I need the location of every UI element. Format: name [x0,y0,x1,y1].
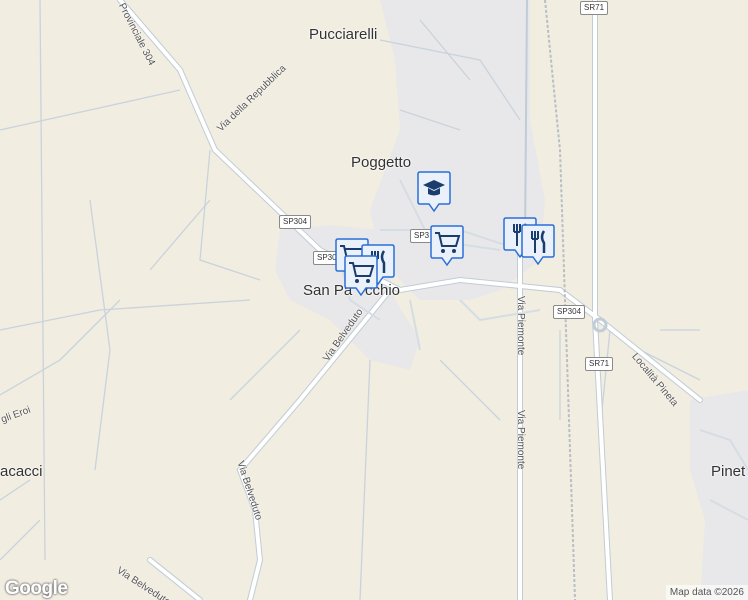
map-canvas[interactable]: Pucciarelli Poggetto San Pa cchio Pinet … [0,0,748,600]
map-base-layer [0,0,748,600]
graduation-cap-icon[interactable] [417,170,451,214]
map-attribution[interactable]: Map data ©2026 [665,585,748,600]
route-shield: SP304 [279,215,312,229]
town-label: Pucciarelli [309,26,378,43]
route-shield: SR71 [585,357,614,371]
town-label: Pinet [711,463,746,480]
town-label: acacci [0,463,43,480]
google-logo[interactable]: Google [5,578,68,600]
road-label: Via Piemonte [515,410,526,470]
route-shield: SR71 [580,1,609,15]
route-shield: SP304 [553,305,586,319]
road-label: Via Piemonte [515,296,526,356]
shopping-cart-icon[interactable] [430,224,464,268]
fork-knife-icon[interactable] [521,223,555,267]
shopping-cart-icon[interactable] [344,254,378,298]
town-label: Poggetto [351,154,412,171]
